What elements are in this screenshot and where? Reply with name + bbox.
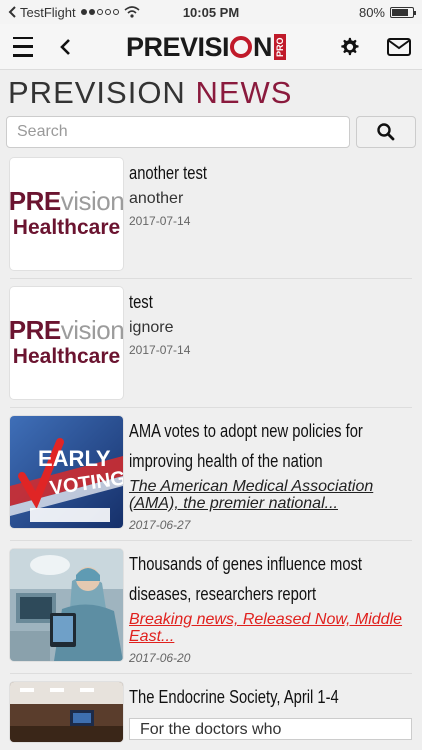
news-item[interactable]: PREvision Healthcare another test anothe… [10,158,412,279]
news-date: 2017-06-20 [129,651,191,665]
search-input[interactable] [6,116,350,148]
news-body: another test another 2017-07-14 [129,158,412,270]
signal-icon [80,9,119,15]
thumb-logo-healthcare: Healthcare [12,216,121,239]
news-title[interactable]: AMA votes to adopt new policies for impr… [129,416,412,476]
surgeon-image [10,549,123,661]
news-thumbnail-early-voting: EARLY VOTING [10,416,123,528]
logo-wordmark: PREVISI N [126,31,273,62]
wifi-icon [124,6,140,18]
thumb-logo-pre: PRE [10,315,61,345]
news-body: The Endocrine Society, April 1-4 For the… [129,682,412,742]
news-link[interactable]: Breaking news, Released Now, Middle East… [129,611,412,645]
back-icon[interactable] [52,34,78,60]
status-left: TestFlight [8,5,140,20]
news-thumbnail: PREvision Healthcare [10,158,123,270]
news-date: 2017-07-14 [129,343,191,357]
app-logo: PREVISI N PRO [126,31,287,62]
conference-image [10,682,123,742]
news-item[interactable]: Thousands of genes influence most diseas… [10,549,412,674]
news-title[interactable]: another test [129,158,412,188]
header-actions [336,34,412,60]
page-title-part2: NEWS [195,75,293,110]
thumb-logo-vision: vision [60,315,123,345]
thumb-logo-vision: vision [60,186,123,216]
logo-pro-badge: PRO [274,34,287,60]
early-voting-image: EARLY VOTING [10,416,123,528]
news-subtitle: another [129,190,184,207]
settings-gear-icon[interactable] [336,34,362,60]
news-item[interactable]: The Endocrine Society, April 1-4 For the… [10,682,412,750]
news-body: AMA votes to adopt new policies for impr… [129,416,412,532]
status-right: 80% [358,4,416,20]
search-row [0,112,422,152]
page-title: PREVISION NEWS [0,70,422,112]
news-item[interactable]: EARLY VOTING AMA votes to adopt new poli… [10,416,412,541]
news-thumbnail-surgeon [10,549,123,661]
mail-envelope-icon[interactable] [386,34,412,60]
search-icon [377,123,395,141]
battery-fill [392,8,408,16]
news-item[interactable]: PREvision Healthcare test ignore 2017-07… [10,287,412,408]
news-thumbnail-conference [10,682,123,742]
thumb-early-text: EARLY [38,446,111,471]
news-subtitle: ignore [129,319,174,336]
search-button[interactable] [356,116,416,148]
news-thumbnail: PREvision Healthcare [10,287,123,399]
app-header: PREVISI N PRO [0,24,422,70]
carrier-label: TestFlight [20,4,76,20]
thumb-logo-pre: PRE [10,186,61,216]
menu-icon[interactable] [10,34,36,60]
news-title[interactable]: The Endocrine Society, April 1-4 [129,682,412,712]
news-link[interactable]: The American Medical Association (AMA), … [129,478,412,512]
battery-percent: 80% [358,4,385,20]
status-bar: TestFlight 10:05 PM 80% [0,0,422,24]
news-list: PREvision Healthcare another test anothe… [0,152,422,750]
news-title[interactable]: Thousands of genes influence most diseas… [129,549,412,609]
thumb-logo-healthcare: Healthcare [12,345,121,368]
news-date: 2017-07-14 [129,214,191,228]
page-title-part1: PREVISION [8,75,186,110]
news-body: test ignore 2017-07-14 [129,287,412,399]
back-arrow-icon [8,6,16,18]
news-date: 2017-06-27 [129,518,191,532]
news-body: Thousands of genes influence most diseas… [129,549,412,665]
news-preview-box: For the doctors who [129,718,412,740]
news-title[interactable]: test [129,287,412,317]
battery-icon [390,6,416,18]
